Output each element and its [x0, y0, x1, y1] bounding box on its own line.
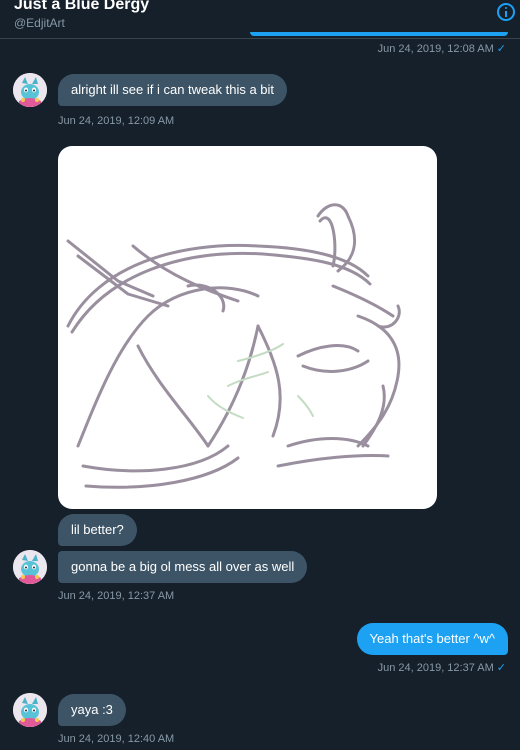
message-bubble-sent-partial[interactable] [250, 32, 508, 36]
avatar[interactable] [13, 73, 47, 107]
avatar-image [13, 693, 47, 727]
message-bubble-received[interactable]: gonna be a big ol mess all over as well [58, 551, 308, 583]
avatar[interactable] [13, 550, 47, 584]
avatar-image [13, 73, 47, 107]
conversation-handle[interactable]: @EdjitArt [14, 16, 65, 30]
message-timestamp: Jun 24, 2019, 12:40 AM [58, 733, 175, 745]
info-icon[interactable] [497, 3, 515, 21]
avatar[interactable] [13, 693, 47, 727]
message-image[interactable] [58, 146, 437, 509]
message-bubble-received[interactable]: lil better? [58, 514, 137, 546]
sketch-image [66, 203, 401, 489]
check-icon: ✓ [496, 43, 506, 55]
conversation-name[interactable]: Just a Blue Dergy [14, 0, 149, 14]
message-timestamp: Jun 24, 2019, 12:09 AM [58, 115, 175, 127]
avatar-image [13, 550, 47, 584]
message-bubble-received[interactable]: alright ill see if i can tweak this a bi… [58, 74, 288, 106]
message-timestamp: Jun 24, 2019, 12:37 AM ✓ [377, 662, 506, 674]
message-timestamp: Jun 24, 2019, 12:37 AM [58, 590, 175, 602]
message-bubble-sent[interactable]: Yeah that's better ^w^ [356, 623, 508, 655]
message-timestamp: Jun 24, 2019, 12:08 AM ✓ [377, 43, 506, 55]
check-icon: ✓ [496, 662, 506, 674]
message-bubble-received[interactable]: yaya :3 [58, 694, 126, 726]
